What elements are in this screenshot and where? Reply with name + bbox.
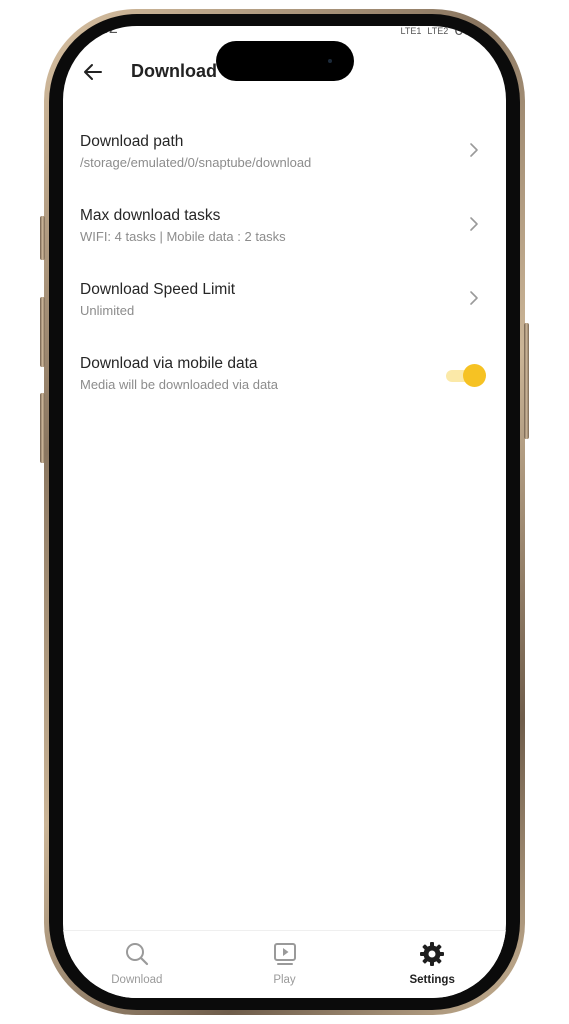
chevron-right-icon <box>470 143 478 157</box>
status-indicators: LTE1 LTE2 60 <box>401 26 472 40</box>
arrow-left-icon[interactable] <box>81 60 105 84</box>
status-time: 22 <box>99 26 119 37</box>
chevron-right-icon <box>470 217 478 231</box>
setting-subtitle: /storage/emulated/0/snaptube/download <box>80 155 312 170</box>
setting-title: Download via mobile data <box>80 355 258 372</box>
setting-title: Download path <box>80 133 184 150</box>
volume-up-button <box>40 297 45 367</box>
setting-subtitle: WIFI: 4 tasks | Mobile data : 2 tasks <box>80 229 286 244</box>
setting-max-download-tasks[interactable]: Max download tasks WIFI: 4 tasks | Mobil… <box>63 192 506 266</box>
camera-dot <box>328 59 332 63</box>
nav-label: Settings <box>409 974 455 986</box>
network-label-2: LTE2 <box>427 26 449 36</box>
setting-title: Download Speed Limit <box>80 281 236 298</box>
nav-item-play[interactable]: Play <box>211 931 359 998</box>
phone-screen: 22 LTE1 LTE2 60 Download s Download path… <box>63 26 506 998</box>
setting-subtitle: Media will be downloaded via data <box>80 377 279 392</box>
nav-label: Download <box>111 974 163 986</box>
volume-down-button <box>40 393 45 463</box>
nav-item-settings[interactable]: Settings <box>358 931 506 998</box>
settings-list: Download path /storage/emulated/0/snaptu… <box>63 118 506 414</box>
search-icon <box>125 943 148 966</box>
play-icon <box>273 943 296 965</box>
dynamic-island <box>216 41 354 81</box>
battery-level: 60 <box>454 26 472 39</box>
screenshot-stage: 22 LTE1 LTE2 60 Download s Download path… <box>0 0 569 1024</box>
setting-download-speed-limit[interactable]: Download Speed Limit Unlimited <box>63 266 506 340</box>
setting-title: Max download tasks <box>80 207 221 224</box>
nav-label: Play <box>273 974 296 986</box>
nav-item-download[interactable]: Download <box>63 931 211 998</box>
bottom-nav: Download Play Settings <box>63 930 506 998</box>
action-button <box>40 216 45 260</box>
chevron-right-icon <box>470 291 478 305</box>
power-button <box>524 323 529 439</box>
toggle-thumb <box>463 364 486 387</box>
gear-icon <box>420 942 445 966</box>
setting-download-path[interactable]: Download path /storage/emulated/0/snaptu… <box>63 118 506 192</box>
mobile-data-toggle[interactable] <box>446 364 486 388</box>
setting-subtitle: Unlimited <box>80 303 135 318</box>
network-label-1: LTE1 <box>400 26 422 36</box>
setting-download-via-mobile-data[interactable]: Download via mobile data Media will be d… <box>63 340 506 414</box>
